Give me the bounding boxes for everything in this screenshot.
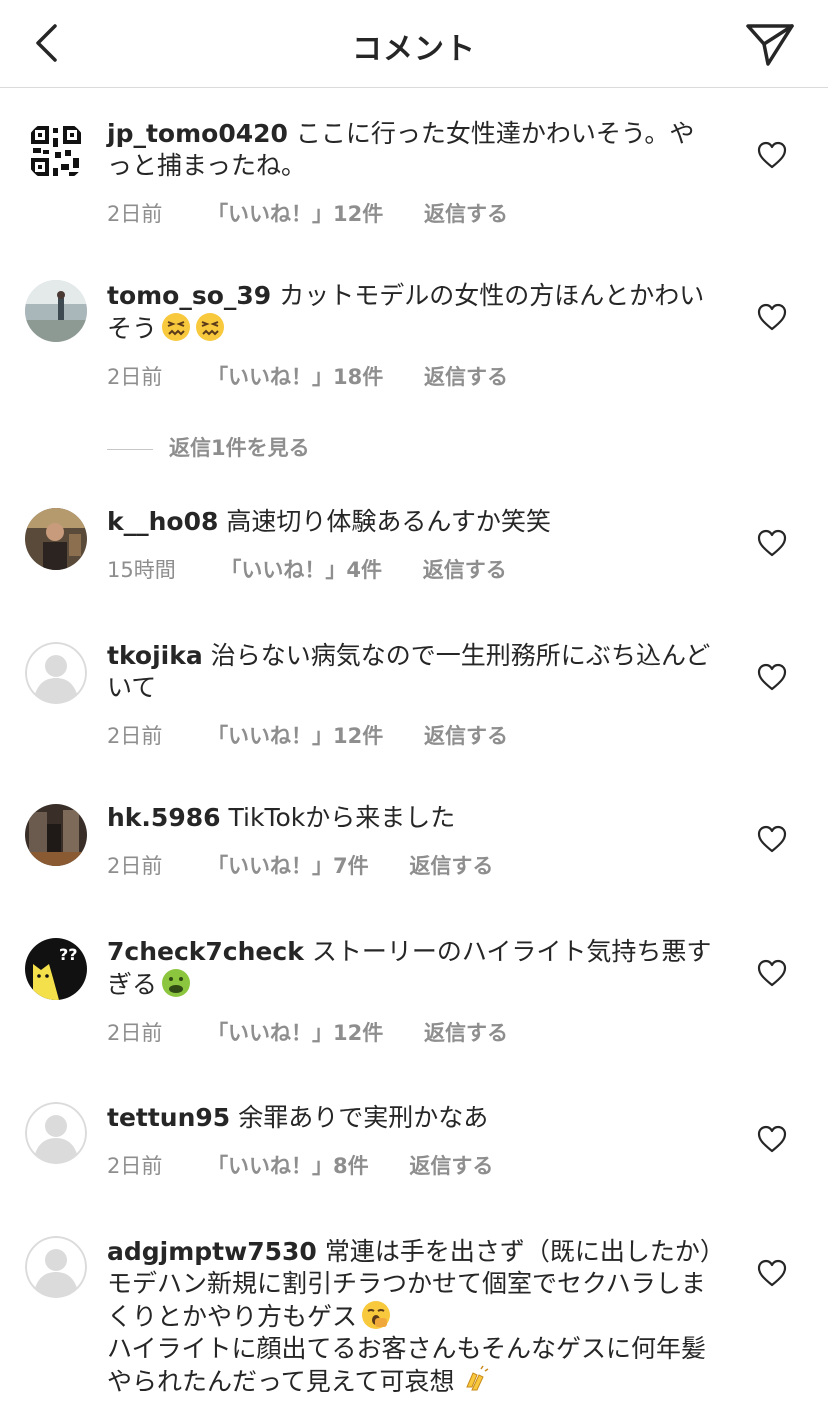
comment-text: adgjmptw7530 常連は手を出さず（既に出したか）モデハン新規に割引チラつ… bbox=[107, 1236, 717, 1333]
person-photo-icon bbox=[25, 508, 87, 570]
comment-time: 2日前 bbox=[107, 365, 163, 389]
avatar[interactable] bbox=[25, 1102, 87, 1164]
svg-text:??: ?? bbox=[59, 945, 78, 964]
username[interactable]: hk.5986 bbox=[107, 803, 221, 832]
avatar[interactable] bbox=[25, 280, 87, 342]
avatar[interactable]: ?? bbox=[25, 938, 87, 1000]
reply-divider-line bbox=[107, 448, 153, 450]
reply-button[interactable]: 返信する bbox=[424, 720, 508, 750]
heart-icon[interactable] bbox=[756, 302, 788, 332]
comment-time: 2日前 bbox=[107, 1021, 163, 1045]
reply-button[interactable]: 返信する bbox=[423, 554, 507, 584]
comment-time: 2日前 bbox=[107, 854, 163, 878]
comment-text: 7check7check ストーリーのハイライト気持ち悪すぎる bbox=[107, 936, 717, 1001]
like-count[interactable]: 「いいね！」4件 bbox=[220, 554, 382, 584]
nauseated-face-emoji bbox=[162, 969, 191, 997]
reply-button[interactable]: 返信する bbox=[409, 1150, 493, 1180]
heart-icon[interactable] bbox=[756, 958, 788, 988]
username[interactable]: tkojika bbox=[107, 641, 203, 670]
comment-time: 2日前 bbox=[107, 1154, 163, 1178]
view-replies-button[interactable]: 返信1件を見る bbox=[107, 432, 310, 462]
like-count[interactable]: 「いいね！」12件 bbox=[207, 198, 383, 228]
comment-text-line-2: ハイライトに顔出てるお客さんもそんなゲスに何年髪やられたんだって見えて可哀想 bbox=[107, 1333, 717, 1398]
comment-text: tkojika 治らない病気なので一生刑務所にぶち込んどいて bbox=[107, 640, 717, 704]
comment-time: 15時間 bbox=[107, 558, 176, 582]
comment-text: hk.5986 TikTokから来ました bbox=[107, 802, 717, 834]
comment-meta: 2日前 「いいね！」12件 返信する bbox=[107, 720, 717, 750]
comment-text: tettun95 余罪ありで実刑かなあ bbox=[107, 1102, 717, 1134]
comment-body: 高速切り体験あるんすか笑笑 bbox=[226, 507, 551, 536]
direct-message-button[interactable] bbox=[744, 20, 796, 68]
like-count[interactable]: 「いいね！」12件 bbox=[207, 1017, 383, 1047]
qr-code-icon bbox=[25, 120, 87, 182]
default-avatar-icon bbox=[25, 1236, 87, 1298]
avatar[interactable] bbox=[25, 642, 87, 704]
comment-body-2: ハイライトに顔出てるお客さんもそんなゲスに何年髪やられたんだって見えて可哀想 bbox=[107, 1334, 707, 1396]
like-count[interactable]: 「いいね！」8件 bbox=[207, 1150, 369, 1180]
comment-meta: 2日前 「いいね！」12件 返信する bbox=[107, 1017, 717, 1047]
username[interactable]: adgjmptw7530 bbox=[107, 1237, 317, 1266]
reply-button[interactable]: 返信する bbox=[409, 850, 493, 880]
like-count[interactable]: 「いいね！」18件 bbox=[207, 361, 383, 391]
username[interactable]: 7check7check bbox=[107, 937, 304, 966]
comment-time: 2日前 bbox=[107, 202, 163, 226]
avatar[interactable] bbox=[25, 804, 87, 866]
paper-plane-icon bbox=[746, 24, 794, 66]
comment-meta: 2日前 「いいね！」7件 返信する bbox=[107, 850, 717, 880]
comment-meta: 2日前 「いいね！」8件 返信する bbox=[107, 1150, 717, 1180]
confounded-face-emoji bbox=[196, 313, 225, 341]
like-count[interactable]: 「いいね！」12件 bbox=[207, 720, 383, 750]
comment-text: tomo_so_39 カットモデルの女性の方ほんとかわいそう bbox=[107, 280, 717, 345]
comment-time: 2日前 bbox=[107, 724, 163, 748]
like-count[interactable]: 「いいね！」7件 bbox=[207, 850, 369, 880]
heart-icon[interactable] bbox=[756, 528, 788, 558]
cat-illustration-icon: ?? bbox=[25, 938, 87, 1000]
heart-icon[interactable] bbox=[756, 140, 788, 170]
avatar[interactable] bbox=[25, 120, 87, 182]
comment-text: jp_tomo0420 ここに行った女性達かわいそう。やっと捕まったね。 bbox=[107, 118, 717, 182]
comment-body: 余罪ありで実刑かなあ bbox=[238, 1103, 489, 1132]
comment-text: k__ho08 高速切り体験あるんすか笑笑 bbox=[107, 506, 717, 538]
view-replies-label: 返信1件を見る bbox=[169, 436, 310, 460]
default-avatar-icon bbox=[25, 1102, 87, 1164]
username[interactable]: k__ho08 bbox=[107, 507, 218, 536]
username[interactable]: tettun95 bbox=[107, 1103, 230, 1132]
reply-button[interactable]: 返信する bbox=[424, 361, 508, 391]
room-photo-icon bbox=[25, 804, 87, 866]
reply-button[interactable]: 返信する bbox=[424, 198, 508, 228]
comment-meta: 15時間 「いいね！」4件 返信する bbox=[107, 554, 717, 584]
heart-icon[interactable] bbox=[756, 824, 788, 854]
comment-body: TikTokから来ました bbox=[228, 803, 456, 832]
page-title: コメント bbox=[352, 32, 476, 67]
comment-meta: 2日前 「いいね！」12件 返信する bbox=[107, 198, 717, 228]
heart-icon[interactable] bbox=[756, 1258, 788, 1288]
heart-icon[interactable] bbox=[756, 1124, 788, 1154]
username[interactable]: tomo_so_39 bbox=[107, 281, 271, 310]
avatar[interactable] bbox=[25, 1236, 87, 1298]
heart-icon[interactable] bbox=[756, 662, 788, 692]
clapping-hands-emoji bbox=[465, 1365, 488, 1391]
beach-photo-icon bbox=[25, 280, 87, 342]
comment-meta: 2日前 「いいね！」18件 返信する bbox=[107, 361, 717, 391]
avatar[interactable] bbox=[25, 508, 87, 570]
top-bar: コメント bbox=[0, 0, 828, 88]
username[interactable]: jp_tomo0420 bbox=[107, 119, 288, 148]
yawning-face-emoji bbox=[362, 1301, 391, 1329]
default-avatar-icon bbox=[25, 642, 87, 704]
confounded-face-emoji bbox=[162, 313, 191, 341]
reply-button[interactable]: 返信する bbox=[424, 1017, 508, 1047]
